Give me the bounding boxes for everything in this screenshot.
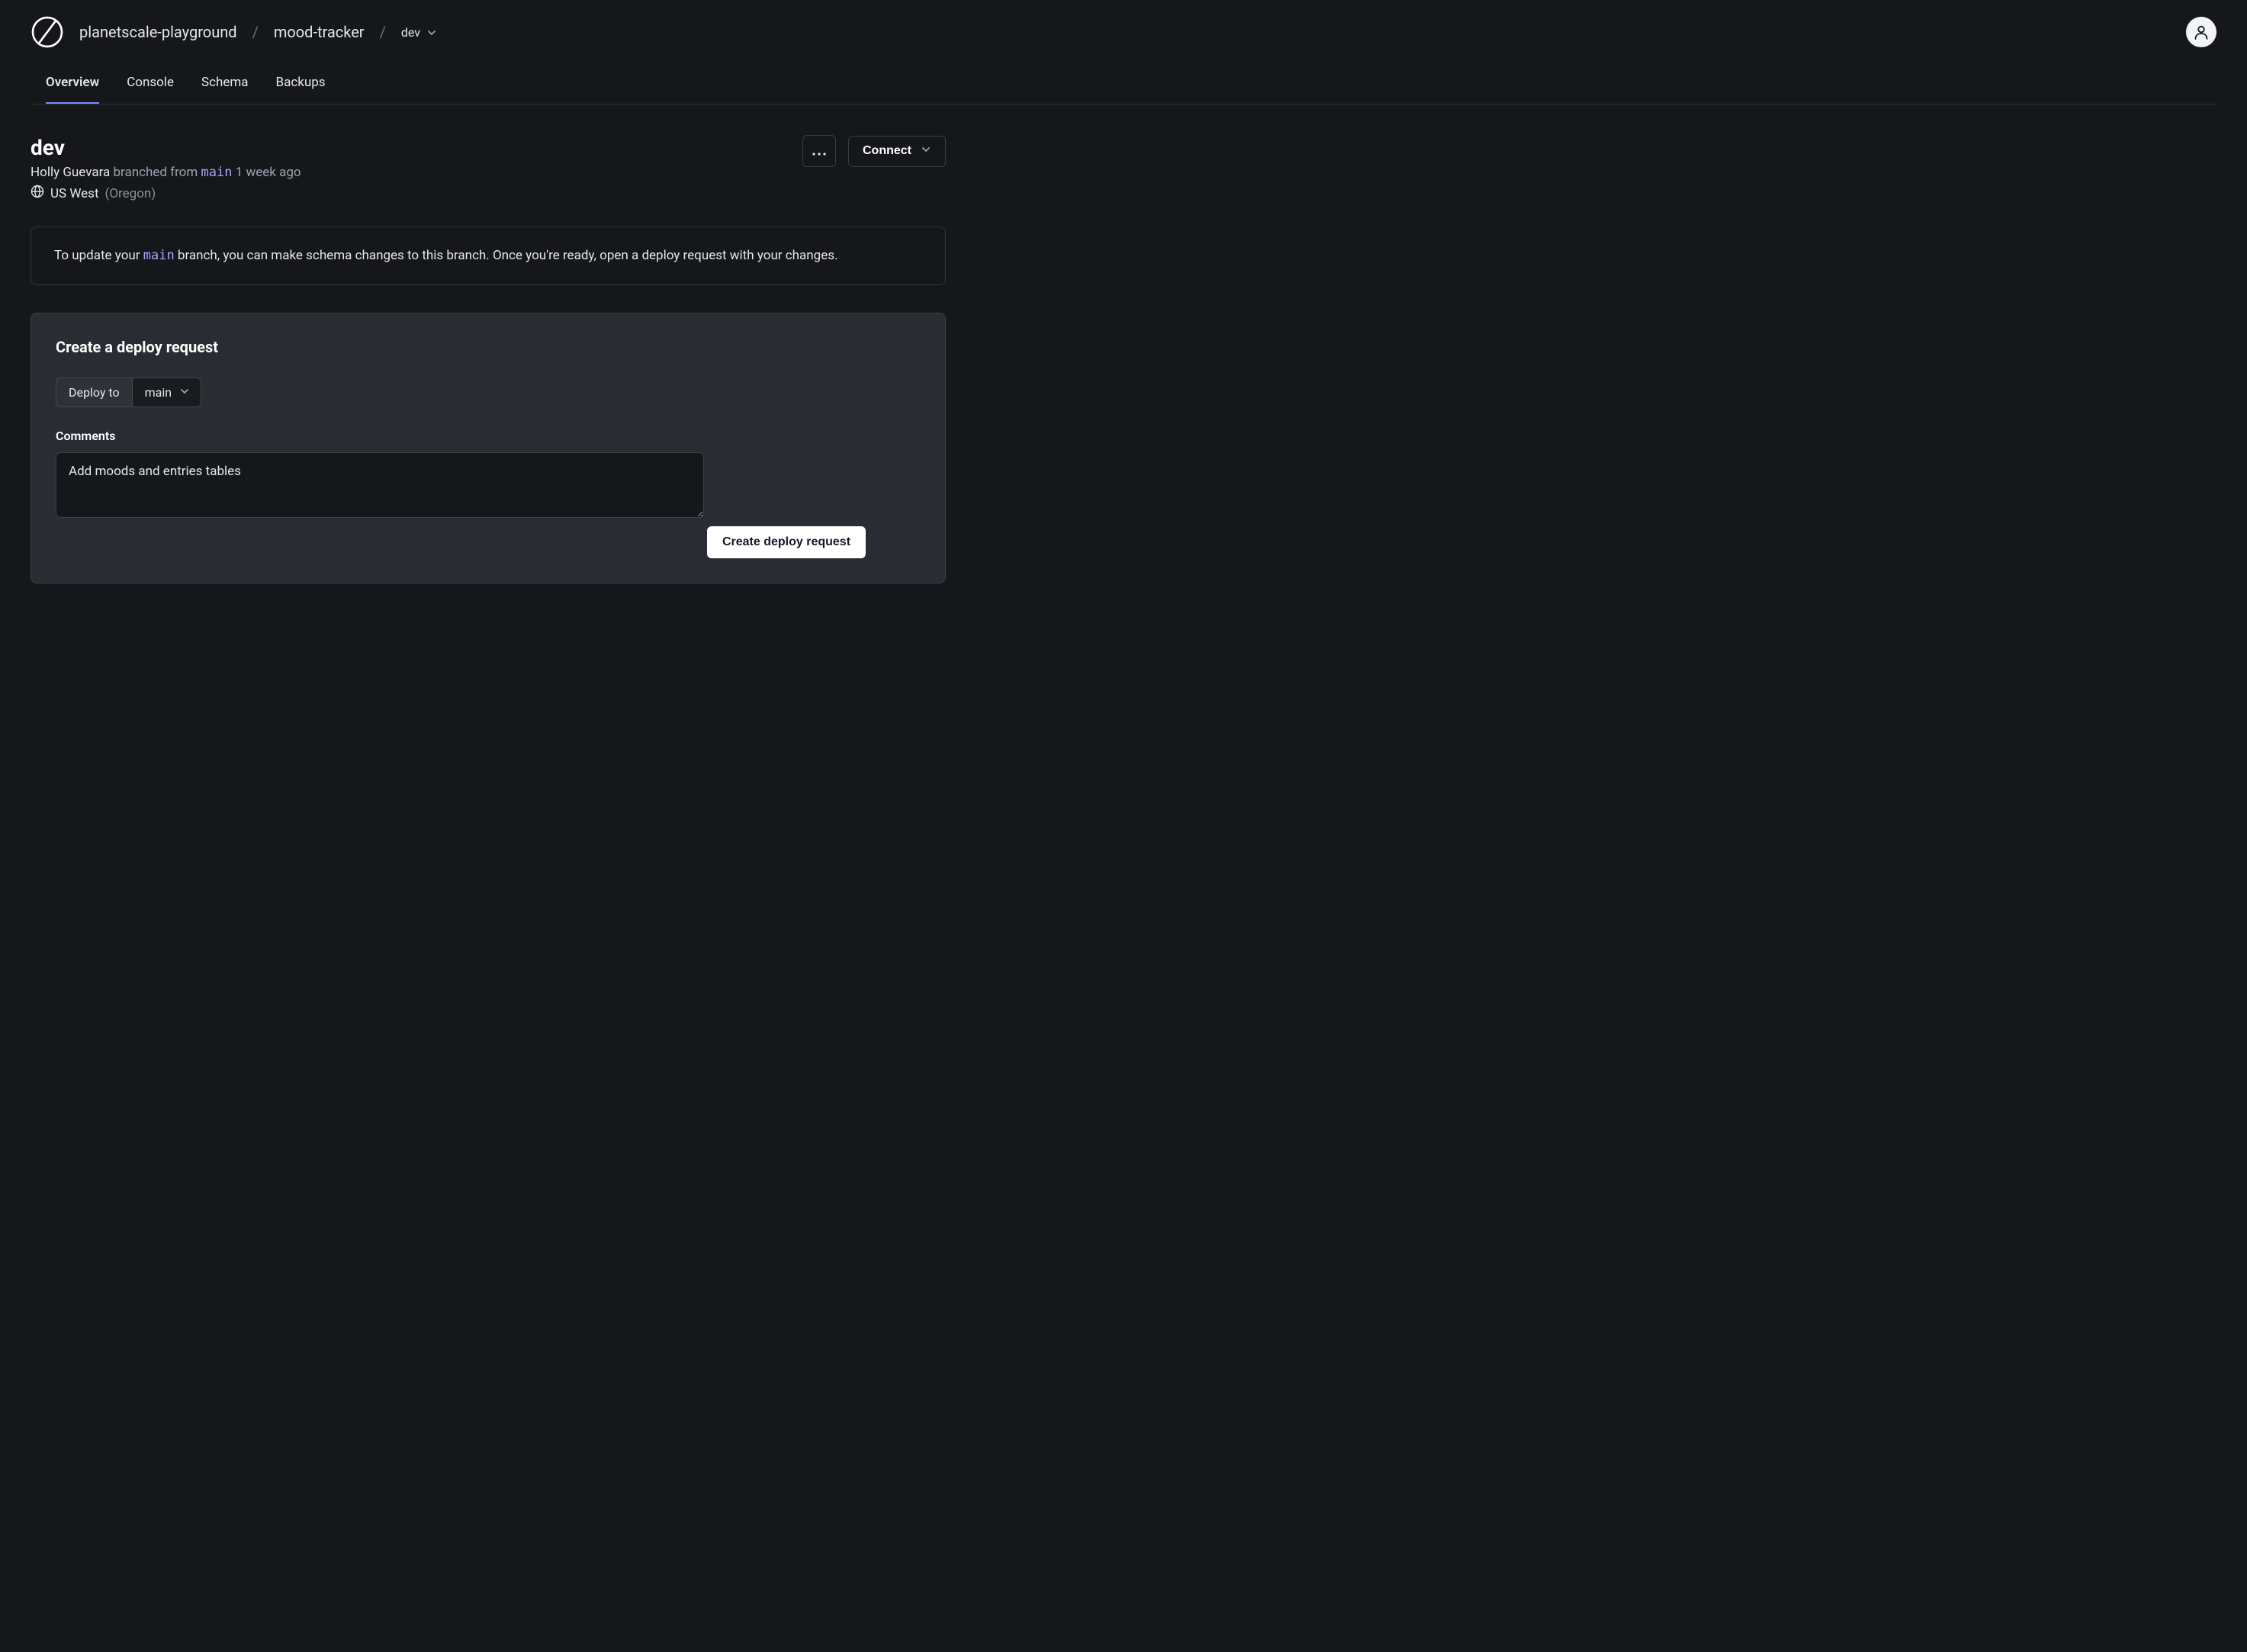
tab-console[interactable]: Console (127, 67, 174, 104)
branch-meta: Holly Guevara branched from main 1 week … (31, 165, 301, 180)
branch-info: dev Holly Guevara branched from main 1 w… (31, 135, 301, 202)
deploy-target-dropdown[interactable]: main (133, 378, 201, 407)
tabs: Overview Console Schema Backups (31, 67, 2216, 104)
deploy-to-label: Deploy to (56, 378, 133, 407)
breadcrumb-org[interactable]: planetscale-playground (79, 23, 237, 41)
info-text-before: To update your (54, 248, 143, 263)
chevron-down-icon (179, 385, 190, 400)
connect-button-label: Connect (863, 144, 911, 158)
tab-overview[interactable]: Overview (46, 67, 99, 104)
region-name: US West (50, 186, 99, 201)
avatar[interactable] (2186, 17, 2216, 47)
breadcrumb: planetscale-playground / mood-tracker / … (31, 15, 437, 49)
deploy-card-title: Create a deploy request (56, 338, 921, 356)
chevron-down-icon (921, 144, 931, 159)
branch-author: Holly Guevara (31, 165, 110, 180)
branch-time-ago: 1 week ago (236, 165, 301, 180)
comments-textarea[interactable] (56, 452, 704, 518)
info-branch-code[interactable]: main (143, 248, 175, 263)
ellipsis-icon (812, 143, 826, 159)
region-detail: (Oregon) (105, 186, 156, 201)
deploy-request-card: Create a deploy request Deploy to main C… (31, 313, 946, 583)
breadcrumb-separator: / (380, 23, 386, 41)
branched-from-label: branched from (113, 165, 198, 180)
chevron-down-icon (426, 27, 437, 37)
info-box: To update your main branch, you can make… (31, 227, 946, 285)
user-icon (2193, 24, 2210, 40)
breadcrumb-branch-label: dev (401, 25, 420, 40)
create-deploy-request-button[interactable]: Create deploy request (707, 526, 866, 558)
tab-schema[interactable]: Schema (201, 67, 249, 104)
breadcrumb-database[interactable]: mood-tracker (274, 23, 365, 41)
branch-region: US West (Oregon) (31, 185, 301, 202)
branched-from-branch[interactable]: main (201, 165, 233, 180)
breadcrumb-branch-selector[interactable]: dev (401, 25, 437, 40)
deploy-target-selector: Deploy to main (56, 378, 201, 407)
branch-title: dev (31, 135, 301, 160)
deploy-target-value: main (145, 385, 172, 400)
tab-backups[interactable]: Backups (276, 67, 326, 104)
connect-button[interactable]: Connect (848, 136, 946, 167)
more-actions-button[interactable] (802, 135, 836, 167)
comments-label: Comments (56, 429, 921, 443)
breadcrumb-separator: / (252, 23, 259, 41)
globe-icon (31, 185, 44, 202)
info-text-after: branch, you can make schema changes to t… (175, 248, 838, 263)
logo-icon[interactable] (31, 15, 64, 49)
